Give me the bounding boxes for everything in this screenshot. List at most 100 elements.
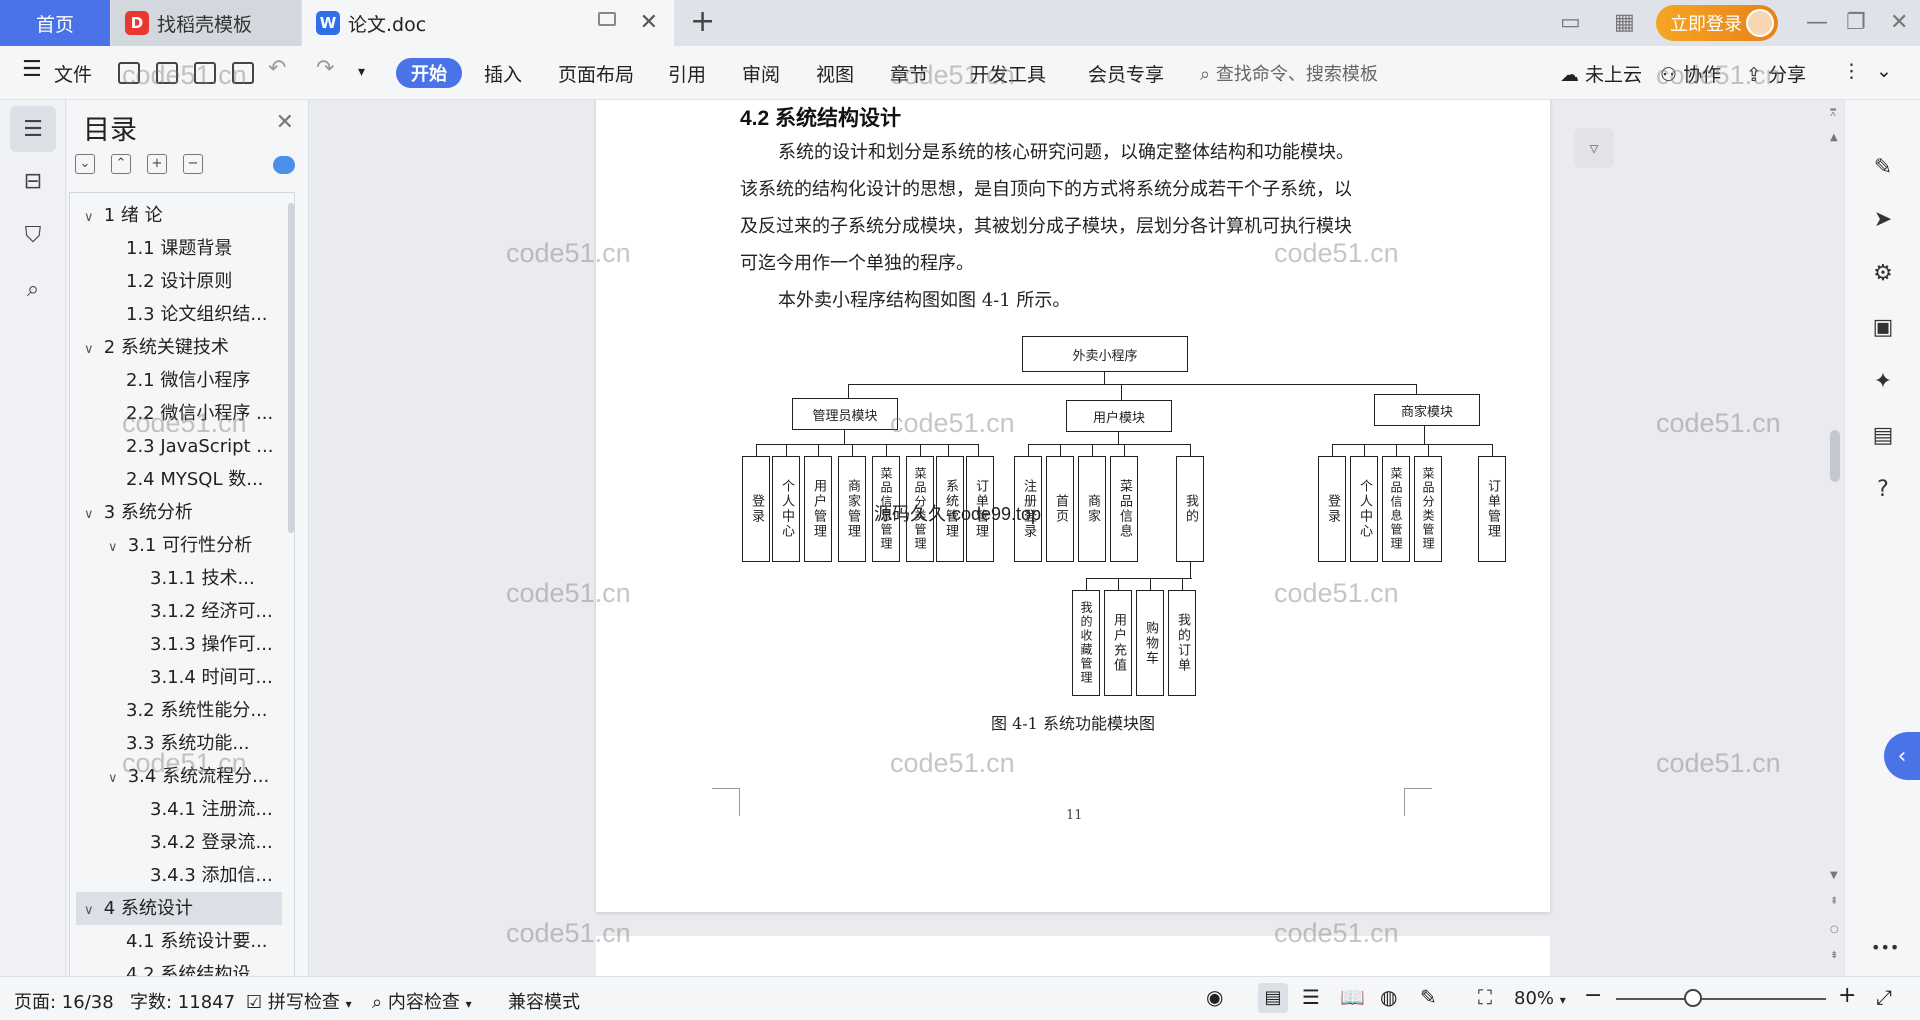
tab-template[interactable]: D 找稻壳模板 [111, 0, 301, 46]
redo-icon[interactable]: ↷ [316, 56, 334, 81]
menu-review[interactable]: 审阅 [742, 60, 780, 87]
bookmark-icon[interactable]: ⛉ [10, 212, 56, 258]
more-tools-icon[interactable]: ••• [1871, 936, 1899, 960]
export-icon[interactable] [156, 62, 178, 84]
toc-item[interactable]: 3.1.2 经济可... [70, 595, 294, 628]
chevron-down-icon[interactable]: ∨ [108, 531, 122, 562]
toc-item[interactable]: 2.1 微信小程序 [70, 364, 294, 397]
toc-item-selected[interactable]: ∨ 4 系统设计 [76, 892, 282, 925]
toc-item[interactable]: 3.1.4 时间可... [70, 661, 294, 694]
chevron-down-icon[interactable]: ∨ [108, 762, 122, 793]
menu-reference[interactable]: 引用 [668, 60, 706, 87]
web-view-icon[interactable]: ◍ [1380, 985, 1397, 1009]
undo-icon[interactable]: ↶ [268, 56, 286, 81]
toc-item[interactable]: ∨ 2 系统关键技术 [70, 331, 294, 364]
collapse-all-icon[interactable]: ⌃ [111, 154, 131, 174]
menu-member[interactable]: 会员专享 [1088, 60, 1164, 87]
toc-item[interactable]: ∨ 3.4 系统流程分... [70, 760, 294, 793]
toc-item[interactable]: 4.2 系统结构设... [70, 958, 294, 976]
zoom-slider[interactable] [1616, 998, 1826, 1000]
minimize-icon[interactable]: — [1806, 10, 1828, 35]
monitor-icon[interactable] [598, 12, 616, 26]
print-preview-icon[interactable] [232, 62, 254, 84]
next-page-icon[interactable]: ⇟ [1830, 950, 1838, 961]
toc-sync-toggle[interactable] [273, 156, 295, 174]
toc-item[interactable]: 3.4.2 登录流... [70, 826, 294, 859]
scrollbar-thumb[interactable] [1830, 430, 1840, 482]
image-tool-icon[interactable]: ▣ [1871, 316, 1895, 340]
restore-icon[interactable]: ❐ [1846, 10, 1866, 35]
sliders-icon[interactable]: ⚙ [1871, 262, 1895, 286]
print-icon[interactable] [194, 62, 216, 84]
share-button[interactable]: ⇪ 分享 [1746, 60, 1806, 87]
prev-page-icon[interactable]: ⇞ [1830, 896, 1838, 907]
close-toc-icon[interactable]: ✕ [276, 110, 294, 135]
close-window-icon[interactable]: ✕ [1890, 10, 1908, 35]
reading-view-icon[interactable]: 📖 [1340, 985, 1365, 1009]
quick-access-dropdown-icon[interactable]: ▾ [358, 64, 365, 80]
expand-all-icon[interactable]: ⌄ [75, 154, 95, 174]
close-tab-icon[interactable]: ✕ [640, 10, 658, 35]
cursor-icon[interactable]: ➤ [1871, 208, 1895, 232]
menu-page-layout[interactable]: 页面布局 [558, 60, 634, 87]
content-check-button[interactable]: ⌕ 内容检查 ▾ [372, 988, 472, 1014]
reader-icon[interactable]: ▤ [1871, 424, 1895, 448]
pen-icon[interactable]: ✎ [1871, 156, 1895, 180]
toc-item[interactable]: 2.3 JavaScript ... [70, 430, 294, 463]
toc-item[interactable]: 3.4.1 注册流... [70, 793, 294, 826]
toc-item[interactable]: 3.1.1 技术... [70, 562, 294, 595]
word-count[interactable]: 字数: 11847 [130, 988, 235, 1014]
zoom-in-icon[interactable]: + [1838, 983, 1856, 1008]
command-search[interactable]: ⌕ 查找命令、搜索模板 [1200, 60, 1378, 86]
fit-page-icon[interactable]: ⛶ [1478, 985, 1492, 1009]
toc-item[interactable]: 2.4 MYSQL 数... [70, 463, 294, 496]
toc-item[interactable]: 3.2 系统性能分... [70, 694, 294, 727]
spell-check-button[interactable]: ☑ 拼写检查 ▾ [246, 988, 352, 1014]
write-view-icon[interactable]: ✎ [1420, 985, 1437, 1009]
search-panel-icon[interactable]: ⌕ [10, 266, 56, 312]
toc-item[interactable]: 1.2 设计原则 [70, 265, 294, 298]
remove-heading-icon[interactable]: − [183, 154, 203, 174]
chevron-down-icon[interactable]: ∨ [84, 894, 98, 925]
login-button[interactable]: 立即登录 [1656, 5, 1778, 41]
tab-home[interactable]: 首页 [0, 0, 110, 46]
save-icon[interactable] [118, 62, 140, 84]
toc-item[interactable]: 3.4.3 添加信... [70, 859, 294, 892]
layout-icon[interactable]: ▭ [1560, 10, 1581, 35]
zoom-out-icon[interactable]: − [1584, 983, 1602, 1008]
chevron-down-icon[interactable]: ∨ [84, 201, 98, 232]
scroll-up-icon[interactable]: ▲ [1830, 132, 1838, 143]
next-page[interactable] [596, 936, 1550, 976]
scroll-top-icon[interactable]: ⩞ [1830, 108, 1836, 119]
toc-item[interactable]: ∨ 1 绪 论 [70, 199, 294, 232]
ai-icon[interactable]: ✦ [1871, 370, 1895, 394]
grid-icon[interactable]: ▦ [1614, 10, 1635, 35]
document-page[interactable]: 4.2 系统结构设计 系统的设计和划分是系统的核心研究问题，以确定整体结构和功能… [596, 100, 1550, 912]
zoom-slider-knob[interactable] [1684, 989, 1702, 1007]
toc-scrollbar[interactable] [288, 203, 294, 533]
zoom-level[interactable]: 80% ▾ [1514, 988, 1566, 1009]
tab-document[interactable]: W 论文.doc ✕ [302, 0, 674, 46]
menu-insert[interactable]: 插入 [484, 60, 522, 87]
collaborate-button[interactable]: ⚇ 协作 [1660, 60, 1721, 87]
scroll-down-icon[interactable]: ▼ [1830, 870, 1838, 881]
menu-start[interactable]: 开始 [396, 58, 462, 88]
more-icon[interactable]: ⋮ [1842, 60, 1861, 82]
toc-item[interactable]: 1.3 论文组织结... [70, 298, 294, 331]
add-heading-icon[interactable]: + [147, 154, 167, 174]
toc-item[interactable]: 3.3 系统功能... [70, 727, 294, 760]
toc-icon[interactable]: ☰ [10, 106, 56, 152]
page-view-icon[interactable]: ▤ [1258, 983, 1288, 1013]
collapse-ribbon-icon[interactable]: ⌄ [1876, 60, 1892, 82]
help-icon[interactable]: ? [1871, 478, 1895, 502]
hamburger-icon[interactable]: ☰ [22, 57, 42, 82]
toc-item[interactable]: ∨ 3.1 可行性分析 [70, 529, 294, 562]
toc-item[interactable]: 3.1.3 操作可... [70, 628, 294, 661]
outline-view-icon[interactable]: ☰ [1302, 985, 1320, 1009]
toc-item[interactable]: 2.2 微信小程序 ... [70, 397, 294, 430]
menu-dev-tools[interactable]: 开发工具 [970, 60, 1046, 87]
page-filter-icon[interactable]: ▿ [1574, 128, 1614, 168]
fullscreen-icon[interactable]: ⤢ [1876, 985, 1892, 1009]
select-browse-icon[interactable]: ○ [1830, 924, 1839, 935]
toc-item[interactable]: ∨ 3 系统分析 [70, 496, 294, 529]
